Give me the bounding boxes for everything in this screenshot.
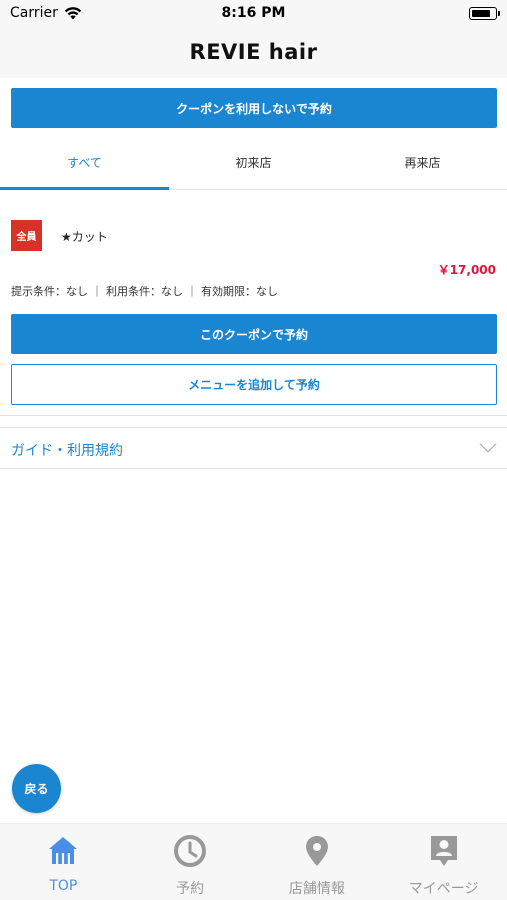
- coupon-badge: 全員: [11, 220, 42, 251]
- tab-bar-item-mypage[interactable]: マイページ: [380, 824, 507, 900]
- guide-label: ガイド・利用規約: [11, 443, 123, 459]
- tab-bar-label-store-info: 店舗情報: [288, 881, 345, 897]
- tab-bar-label-reservation: 予約: [176, 881, 205, 897]
- section-divider: [0, 415, 507, 416]
- battery-icon: [469, 7, 500, 20]
- tab-all[interactable]: すべて: [0, 140, 169, 190]
- status-bar: Carrier 8:16 PM: [0, 0, 507, 28]
- person-card-icon: [430, 836, 457, 866]
- location-pin-icon: [305, 836, 328, 866]
- tab-bar-item-store-info[interactable]: 店舗情報: [254, 824, 381, 900]
- tab-bar-label-mypage: マイページ: [408, 881, 479, 897]
- tab-return-visit[interactable]: 再来店: [338, 140, 507, 189]
- page-title: REVIE hair: [189, 40, 318, 64]
- coupon-tabs: すべて 初来店 再来店: [0, 140, 507, 190]
- status-time: 8:16 PM: [221, 5, 286, 21]
- guide-row[interactable]: ガイド・利用規約: [0, 427, 507, 469]
- bottom-tab-bar: TOP 予約 店舗情報 マイページ: [0, 823, 507, 900]
- home-icon: [49, 837, 78, 864]
- book-with-coupon-button[interactable]: このクーポンで予約: [11, 314, 497, 354]
- clock-icon: [174, 835, 207, 867]
- coupon-name: ★カット: [61, 230, 108, 244]
- tab-first-visit[interactable]: 初来店: [169, 140, 338, 189]
- add-menu-button[interactable]: メニューを追加して予約: [11, 364, 497, 405]
- back-button[interactable]: 戻る: [12, 764, 61, 813]
- tab-bar-item-reservation[interactable]: 予約: [127, 824, 254, 900]
- chevron-down-icon: [479, 435, 497, 453]
- nav-bar: REVIE hair: [0, 28, 507, 78]
- tab-bar-label-top: TOP: [49, 878, 78, 894]
- coupon-price: ￥17,000: [437, 263, 496, 277]
- tab-bar-item-top[interactable]: TOP: [0, 824, 127, 900]
- book-without-coupon-button[interactable]: クーポンを利用しないで予約: [11, 88, 497, 128]
- coupon-conditions: 提示条件：なし ｜ 利用条件：なし ｜ 有効期限：なし: [11, 285, 278, 298]
